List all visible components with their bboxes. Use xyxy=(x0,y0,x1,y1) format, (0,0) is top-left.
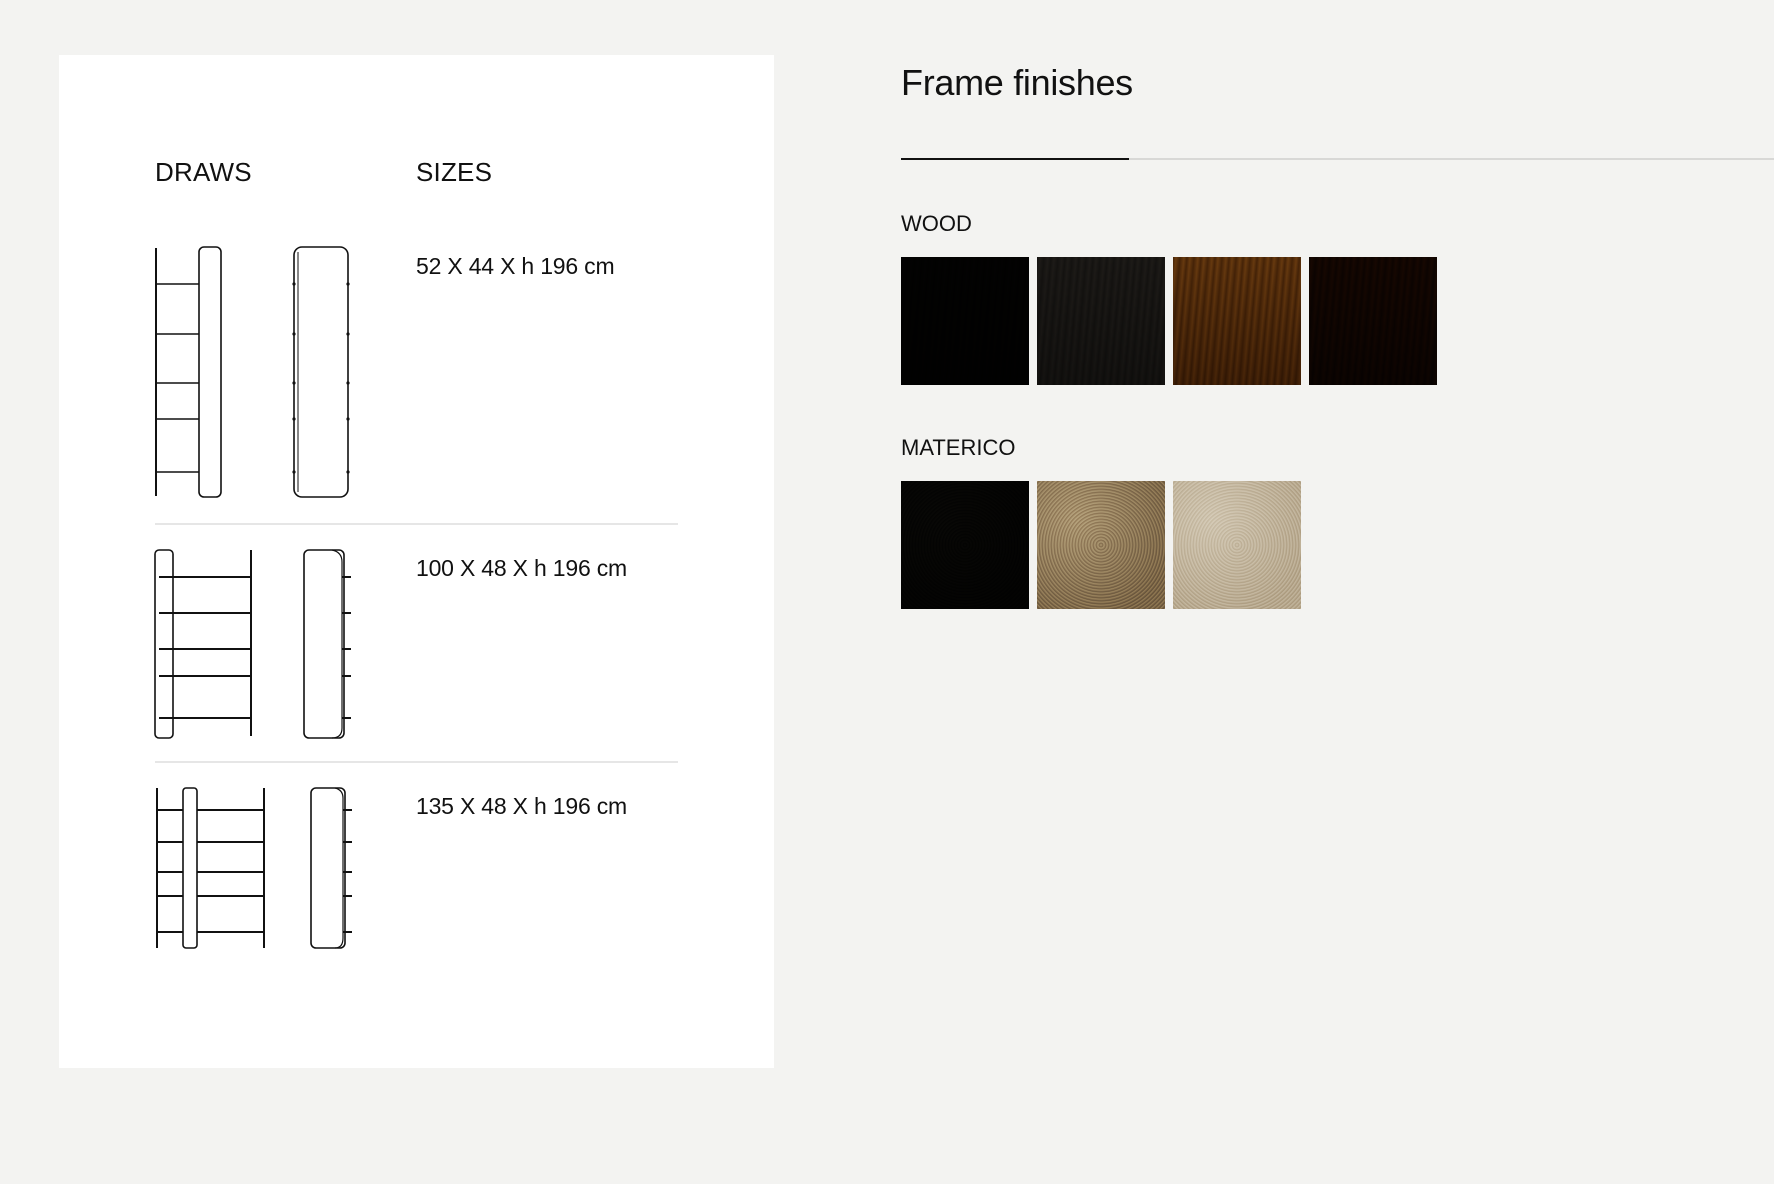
wood-group-title: WOOD xyxy=(901,211,972,236)
model-2-front-drawing xyxy=(153,548,255,740)
model-2-side-drawing xyxy=(302,548,354,740)
tab-frame-finishes-active-indicator[interactable] xyxy=(901,158,1129,160)
row-divider xyxy=(155,523,678,525)
sand-materico-swatch[interactable] xyxy=(1173,481,1301,609)
model-3-front-drawing xyxy=(154,786,268,950)
frame-finishes-title: Frame finishes xyxy=(901,62,1133,103)
black-wood-swatch[interactable] xyxy=(901,257,1029,385)
model-1-size: 52 X 44 X h 196 cm xyxy=(416,253,615,279)
draws-column-header: DRAWS xyxy=(155,157,252,187)
model-1-front-drawing xyxy=(152,244,224,500)
walnut-light-wood-swatch[interactable] xyxy=(1173,257,1301,385)
materico-group-title: MATERICO xyxy=(901,435,1016,460)
row-divider xyxy=(155,761,678,763)
model-1-side-drawing xyxy=(290,244,352,500)
grey-wood-swatch[interactable] xyxy=(1037,257,1165,385)
black-materico-swatch[interactable] xyxy=(901,481,1029,609)
model-2-size: 100 X 48 X h 196 cm xyxy=(416,555,628,581)
bronze-materico-swatch[interactable] xyxy=(1037,481,1165,609)
model-3-size: 135 X 48 X h 196 cm xyxy=(416,793,628,819)
sizes-column-header: SIZES xyxy=(416,157,493,187)
model-3-side-drawing xyxy=(309,786,355,950)
dark-walnut-wood-swatch[interactable] xyxy=(1309,257,1437,385)
